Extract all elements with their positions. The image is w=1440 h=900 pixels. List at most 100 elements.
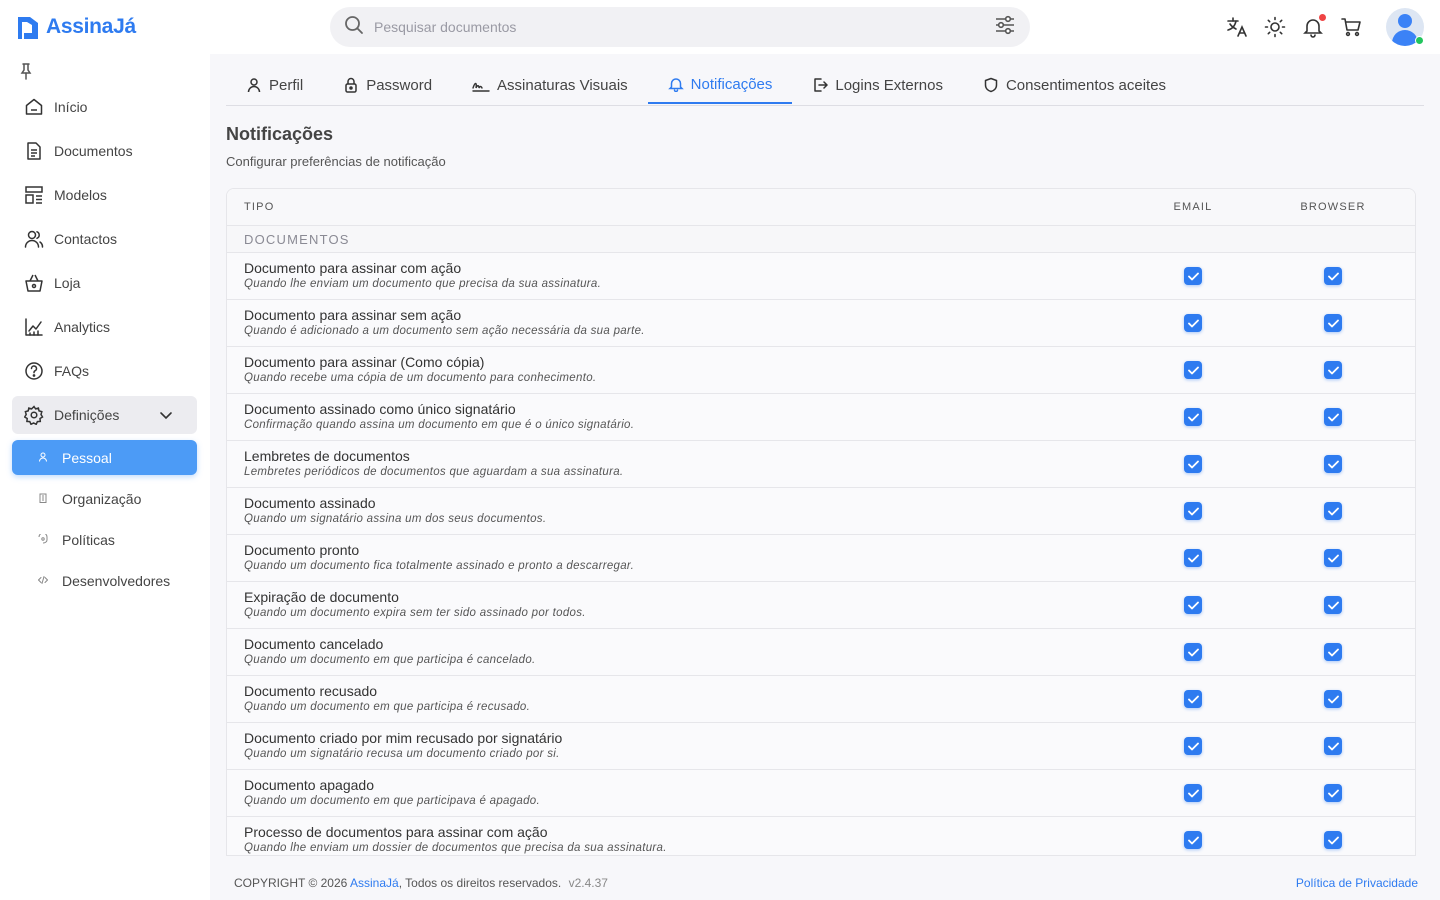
tab-consentimentos-aceites[interactable]: Consentimentos aceites — [963, 66, 1186, 104]
browser-checkbox[interactable] — [1324, 408, 1342, 426]
sidebar-item-faqs[interactable]: FAQs — [12, 352, 197, 390]
tab-assinaturas-visuais[interactable]: Assinaturas Visuais — [452, 66, 648, 104]
email-checkbox[interactable] — [1184, 267, 1202, 285]
page-subtitle: Configurar preferências de notificação — [226, 154, 446, 169]
notification-title: Documento cancelado — [244, 636, 384, 652]
translate-icon[interactable] — [1226, 16, 1248, 38]
search-bar[interactable] — [330, 7, 1030, 47]
sidebar-item-modelos[interactable]: Modelos — [12, 176, 197, 214]
header-email: EMAIL — [1173, 201, 1213, 213]
app-logo[interactable]: AssinaJá — [16, 12, 136, 42]
sidebar-item-inicio[interactable]: Início — [12, 88, 197, 126]
browser-checkbox[interactable] — [1324, 361, 1342, 379]
browser-cell — [1263, 408, 1403, 426]
notification-title: Expiração de documento — [244, 589, 399, 605]
sidebar-item-contactos[interactable]: Contactos — [12, 220, 197, 258]
email-checkbox[interactable] — [1184, 408, 1202, 426]
table-row: Documento cancelado Quando um documento e… — [227, 629, 1415, 676]
browser-cell — [1263, 784, 1403, 802]
notification-title: Documento apagado — [244, 777, 374, 793]
privacy-policy-link[interactable]: Política de Privacidade — [1296, 876, 1418, 890]
sidebar-item-analytics[interactable]: Analytics — [12, 308, 197, 346]
cart-icon[interactable] — [1340, 16, 1362, 38]
policy-icon — [38, 532, 48, 546]
notification-type-cell: Lembretes de documentos Lembretes periódi… — [227, 448, 1123, 480]
filter-sliders-icon[interactable] — [994, 15, 1016, 40]
notification-description: Quando um signatário recusa um documento… — [244, 748, 560, 760]
sidebar-item-label: Documentos — [54, 143, 133, 159]
sidebar-subitem-desenvolvedores[interactable]: Desenvolvedores — [12, 563, 197, 598]
browser-checkbox[interactable] — [1324, 314, 1342, 332]
sidebar-subitem-pessoal[interactable]: Pessoal — [12, 440, 197, 475]
browser-checkbox[interactable] — [1324, 502, 1342, 520]
email-cell — [1123, 455, 1263, 473]
notification-type-cell: Documento pronto Quando um documento fica… — [227, 542, 1123, 574]
notification-type-cell: Documento para assinar (Como cópia) Quand… — [227, 354, 1123, 386]
tab-label: Consentimentos aceites — [1005, 76, 1167, 94]
notification-description: Confirmação quando assina um documento e… — [244, 419, 635, 431]
browser-cell — [1263, 737, 1403, 755]
browser-checkbox[interactable] — [1324, 549, 1342, 567]
sidebar-item-documentos[interactable]: Documentos — [12, 132, 197, 170]
sidebar-item-loja[interactable]: Loja — [12, 264, 197, 302]
app-name: AssinaJá — [46, 15, 136, 38]
sidebar-subitem-label: Políticas — [62, 531, 115, 548]
browser-checkbox[interactable] — [1324, 737, 1342, 755]
notification-type-cell: Documento assinado Quando um signatário a… — [227, 495, 1123, 527]
browser-checkbox[interactable] — [1324, 784, 1342, 802]
top-bar: AssinaJá — [0, 0, 1440, 54]
table-row: Documento para assinar (Como cópia) Quand… — [227, 347, 1415, 394]
bell-notification-icon[interactable] — [1302, 14, 1326, 38]
table-group-header: DOCUMENTOS — [227, 226, 1415, 253]
table-row: Documento apagado Quando um documento em … — [227, 770, 1415, 817]
email-checkbox[interactable] — [1184, 549, 1202, 567]
email-cell — [1123, 784, 1263, 802]
email-cell — [1123, 502, 1263, 520]
sidebar-nav: Início Documentos Modelos Contactos Loja… — [12, 88, 197, 604]
browser-cell — [1263, 455, 1403, 473]
browser-checkbox[interactable] — [1324, 596, 1342, 614]
tab-label: Perfil — [269, 76, 304, 94]
email-checkbox[interactable] — [1184, 831, 1202, 849]
sun-theme-icon[interactable] — [1264, 16, 1286, 38]
sidebar-subitem-organizacao[interactable]: Organização — [12, 481, 197, 516]
sidebar-subitem-politicas[interactable]: Políticas — [12, 522, 197, 557]
help-icon — [25, 362, 43, 380]
tab-password[interactable]: Password — [323, 66, 452, 104]
notification-description: Quando lhe enviam um dossier de document… — [244, 842, 667, 854]
email-checkbox[interactable] — [1184, 737, 1202, 755]
search-input[interactable] — [374, 19, 994, 35]
browser-cell — [1263, 643, 1403, 661]
notifications-table: TIPO EMAIL BROWSER DOCUMENTOS Documento … — [226, 188, 1416, 856]
browser-checkbox[interactable] — [1324, 831, 1342, 849]
email-checkbox[interactable] — [1184, 502, 1202, 520]
email-checkbox[interactable] — [1184, 643, 1202, 661]
email-checkbox[interactable] — [1184, 784, 1202, 802]
login-icon — [814, 78, 829, 92]
contacts-icon — [24, 230, 44, 248]
sidebar-subitem-label: Organização — [62, 490, 142, 507]
tab-logins-externos[interactable]: Logins Externos — [792, 66, 963, 104]
email-checkbox[interactable] — [1184, 455, 1202, 473]
sidebar: Início Documentos Modelos Contactos Loja… — [0, 54, 210, 900]
sidebar-group-definicoes[interactable]: Definições — [12, 396, 197, 434]
pin-icon[interactable] — [18, 62, 34, 85]
table-row: Documento pronto Quando um documento fica… — [227, 535, 1415, 582]
tab-notificacoes[interactable]: Notificações — [647, 66, 793, 104]
tab-label: Notificações — [690, 75, 773, 93]
browser-checkbox[interactable] — [1324, 267, 1342, 285]
email-checkbox[interactable] — [1184, 596, 1202, 614]
tab-perfil[interactable]: Perfil — [226, 66, 323, 104]
notification-title: Documento para assinar (Como cópia) — [244, 354, 485, 370]
email-checkbox[interactable] — [1184, 361, 1202, 379]
email-checkbox[interactable] — [1184, 314, 1202, 332]
home-icon — [25, 98, 43, 115]
browser-checkbox[interactable] — [1324, 455, 1342, 473]
footer-brand-link[interactable]: AssinaJá — [350, 876, 399, 890]
bell-icon — [667, 78, 684, 92]
email-cell — [1123, 596, 1263, 614]
browser-checkbox[interactable] — [1324, 690, 1342, 708]
email-checkbox[interactable] — [1184, 690, 1202, 708]
browser-checkbox[interactable] — [1324, 643, 1342, 661]
browser-cell — [1263, 690, 1403, 708]
